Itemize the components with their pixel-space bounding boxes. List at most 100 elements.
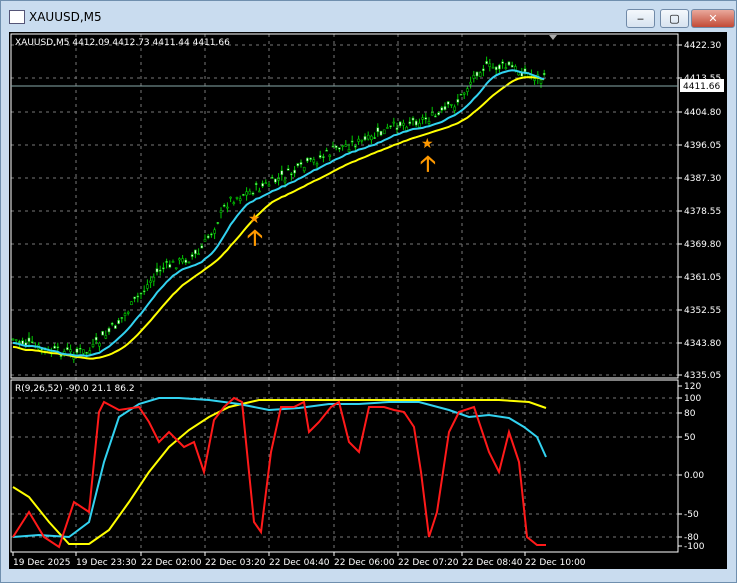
title-bar: XAUUSD,M5 ‒ ▢ ✕ <box>1 1 736 31</box>
candle <box>370 135 373 141</box>
candle <box>510 64 514 68</box>
candle <box>130 301 133 306</box>
candle <box>293 169 296 174</box>
candle <box>475 71 479 77</box>
candle <box>453 106 456 111</box>
candle <box>283 179 287 183</box>
chart-area[interactable]: ★ 🡡 ★ 🡡 XAUUSD,M5 4412.09 4412.73 4411.44 … <box>9 32 727 569</box>
time-tick-label: 22 Dec 02:00 <box>141 558 202 568</box>
candle <box>485 61 488 65</box>
candle <box>94 336 98 341</box>
candle <box>206 235 210 239</box>
maximize-button[interactable]: ▢ <box>660 9 689 28</box>
close-button[interactable]: ✕ <box>691 9 735 28</box>
candle <box>418 122 421 128</box>
candle <box>226 206 229 209</box>
candle <box>498 64 501 70</box>
time-tick-label: 19 Dec 23:30 <box>76 558 137 568</box>
candle <box>408 121 412 124</box>
candle <box>299 162 303 165</box>
candle <box>56 346 60 349</box>
indicator-header: R(9,26,52) -90.0 21.1 86.2 <box>15 384 135 394</box>
candle <box>338 147 341 150</box>
candle <box>331 145 335 148</box>
indicator-tick-label: -50 <box>684 510 699 520</box>
candle <box>194 249 197 255</box>
candle <box>411 117 415 121</box>
candle <box>414 120 418 126</box>
candle <box>181 258 184 263</box>
candle <box>405 126 408 131</box>
candle <box>66 347 69 350</box>
candle <box>114 325 117 329</box>
candle <box>149 280 152 283</box>
candle <box>402 122 405 126</box>
candle <box>386 127 389 129</box>
candle <box>242 194 245 196</box>
buy-arrow-icon: ★🡡 <box>420 136 436 177</box>
candle <box>466 88 469 92</box>
candle <box>59 354 63 357</box>
chart-window-icon <box>9 10 25 24</box>
candle <box>165 261 168 263</box>
candle <box>533 78 536 81</box>
price-tick-label: 4361.05 <box>684 273 721 283</box>
current-price-label: 4411.66 <box>683 82 720 92</box>
candle <box>392 121 396 124</box>
candle <box>251 192 255 195</box>
candle <box>488 63 492 67</box>
candle <box>482 68 485 72</box>
window-title: XAUUSD,M5 <box>29 10 102 24</box>
candle <box>152 276 156 282</box>
price-tick-label: 4396.05 <box>684 141 721 151</box>
candle <box>85 352 88 354</box>
candle <box>379 130 383 136</box>
candle <box>267 184 271 187</box>
candle <box>456 99 460 103</box>
time-tick-label: 22 Dec 07:20 <box>398 558 459 568</box>
indicator-tick-label: -100 <box>684 542 705 552</box>
candle <box>443 106 447 110</box>
chart-shift-marker-icon[interactable] <box>549 35 557 40</box>
candle <box>178 258 181 261</box>
candle <box>174 267 178 270</box>
candle <box>491 66 495 69</box>
vertical-scrollbar[interactable] <box>727 32 736 569</box>
candle <box>264 182 268 185</box>
candle <box>168 264 172 268</box>
candle <box>318 155 322 158</box>
svg-text:★: ★ <box>248 211 261 227</box>
candle <box>424 117 428 120</box>
candle <box>302 166 306 172</box>
candle <box>363 136 367 141</box>
fast-ma-line <box>12 69 545 358</box>
minimize-button[interactable]: ‒ <box>626 9 655 28</box>
candle <box>222 204 226 207</box>
candle <box>469 81 472 85</box>
candle <box>366 134 370 140</box>
candle <box>478 72 482 77</box>
candle <box>462 92 466 95</box>
candle <box>107 328 111 333</box>
candle <box>248 190 252 195</box>
candle <box>123 313 127 316</box>
candle <box>171 261 175 263</box>
candle <box>229 196 232 199</box>
candle <box>146 284 149 289</box>
candle <box>347 149 351 153</box>
chart-window: XAUUSD,M5 ‒ ▢ ✕ ★ 🡡 ★ 🡡 XAUUSD,M5 4412.09 … <box>0 0 737 583</box>
candle <box>232 202 236 204</box>
candle <box>184 259 188 263</box>
candle <box>376 127 380 132</box>
indicator-tick-label: 50 <box>684 433 696 443</box>
svg-text:🡡: 🡡 <box>247 226 263 251</box>
candle <box>197 253 200 256</box>
candle <box>14 339 18 341</box>
candle <box>350 140 354 143</box>
price-tick-label: 4369.80 <box>684 240 721 250</box>
candle <box>155 268 159 273</box>
candle <box>258 190 261 193</box>
candle <box>373 137 376 139</box>
candle <box>395 127 399 130</box>
candle <box>440 107 444 111</box>
